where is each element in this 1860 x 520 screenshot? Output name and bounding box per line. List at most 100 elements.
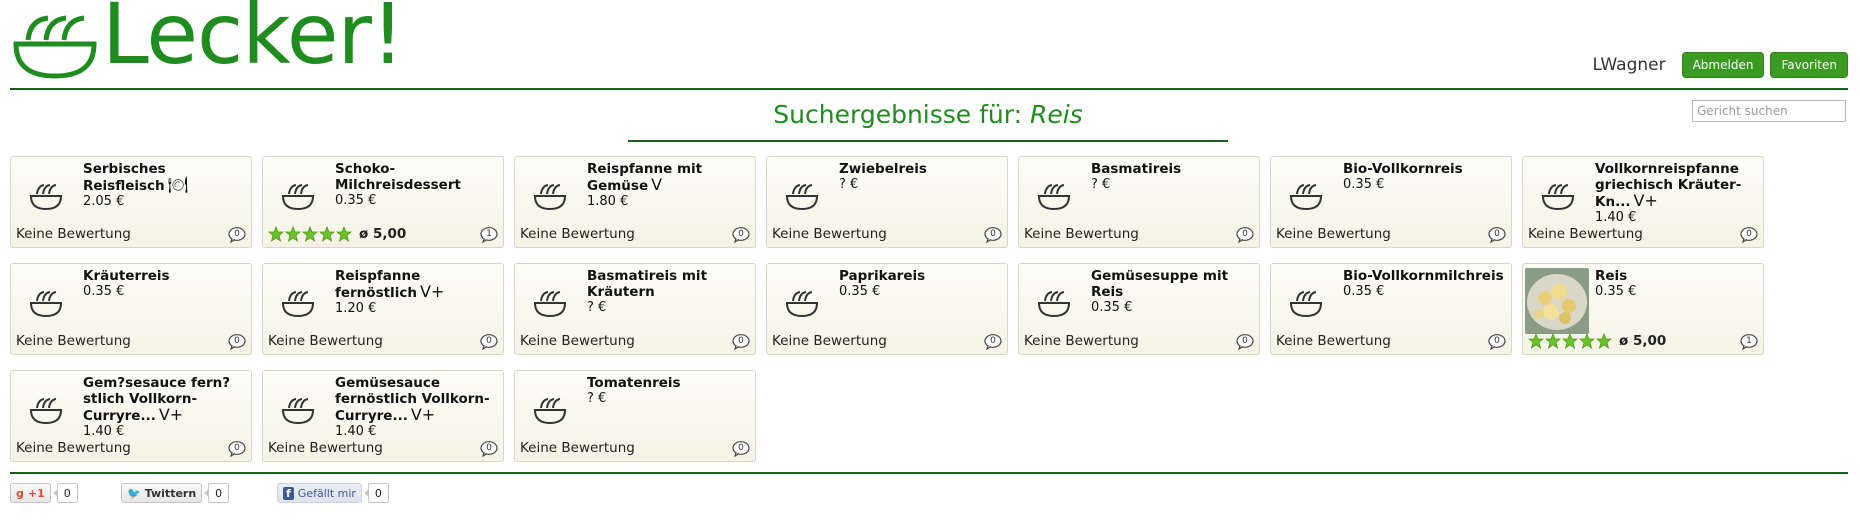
recipe-card[interactable]: Tomatenreis? € Keine Bewertung 0 xyxy=(514,370,756,462)
star-rating[interactable]: ø 5,00 xyxy=(1527,332,1666,349)
recipe-name[interactable]: Basmatireis mit Kräutern? € xyxy=(587,268,753,316)
recipe-name[interactable]: Reispfanne fernöstlich V+ 1.20 € xyxy=(335,268,501,317)
star-rating[interactable]: ø 5,00 xyxy=(267,225,406,242)
favorites-button[interactable]: Favoriten xyxy=(1770,52,1848,78)
recipe-name-text[interactable]: Reis xyxy=(1595,268,1627,284)
rating-text: Keine Bewertung xyxy=(16,226,131,242)
recipe-photo[interactable] xyxy=(1525,268,1589,334)
comment-count-icon[interactable]: 0 xyxy=(1740,227,1758,244)
recipe-name[interactable]: Bio-Vollkornreis 0.35 € xyxy=(1343,161,1509,193)
bowl-icon xyxy=(1289,181,1323,211)
recipe-name[interactable]: Schoko-Milchreisdessert 0.35 € xyxy=(335,161,501,209)
recipe-name-text[interactable]: Reispfanne mit Gemüse xyxy=(587,161,702,194)
bowl-logo-icon[interactable] xyxy=(12,8,98,80)
recipe-name[interactable]: Vollkornreispfanne griechisch Kräuter-Kn… xyxy=(1595,161,1761,226)
comment-count: 0 xyxy=(990,229,996,239)
recipe-name[interactable]: Gem?sesauce fern?stlich Vollkorn-Curryre… xyxy=(83,375,249,440)
comment-count: 0 xyxy=(738,229,744,239)
recipe-name-text[interactable]: Bio-Vollkornreis xyxy=(1343,161,1463,177)
page-title: Suchergebnisse für: Reis xyxy=(628,100,1228,129)
recipe-name-text[interactable]: Gemüsesuppe mit Reis xyxy=(1091,268,1228,300)
recipe-card[interactable]: Gem?sesauce fern?stlich Vollkorn-Curryre… xyxy=(10,370,252,462)
recipe-name-text[interactable]: Paprikareis xyxy=(839,268,925,284)
recipe-card[interactable]: Paprikareis 0.35 € Keine Bewertung 0 xyxy=(766,263,1008,355)
bowl-icon xyxy=(281,395,315,425)
site-logo-text[interactable]: Lecker! xyxy=(102,0,405,76)
recipe-name[interactable]: Bio-Vollkornmilchreis 0.35 € xyxy=(1343,268,1509,300)
recipe-name-text[interactable]: Serbisches Reisfleisch xyxy=(83,161,166,194)
recipe-name[interactable]: Paprikareis 0.35 € xyxy=(839,268,1005,300)
recipe-name[interactable]: Reispfanne mit Gemüse V 1.80 € xyxy=(587,161,753,210)
comment-count-icon[interactable]: 0 xyxy=(732,334,750,351)
recipe-card[interactable]: Kräuterreis 0.35 € Keine Bewertung 0 xyxy=(10,263,252,355)
comment-count-icon[interactable]: 0 xyxy=(228,334,246,351)
comment-count-icon[interactable]: 0 xyxy=(228,441,246,458)
recipe-name[interactable]: Zwiebelreis? € xyxy=(839,161,1005,193)
twitter-button[interactable]: 🐦 Twittern xyxy=(121,483,203,503)
recipe-card[interactable]: Bio-Vollkornmilchreis 0.35 € Keine Bewertu… xyxy=(1270,263,1512,355)
recipe-name-text[interactable]: Tomatenreis xyxy=(587,375,681,391)
recipe-name-text[interactable]: Schoko-Milchreisdessert xyxy=(335,161,461,193)
recipe-card[interactable]: Gemüsesauce fernöstlich Vollkorn-Curryre… xyxy=(262,370,504,462)
recipe-name-text[interactable]: Reispfanne fernöstlich xyxy=(335,268,420,301)
facebook-count: 0 xyxy=(363,483,389,503)
comment-count-icon[interactable]: 0 xyxy=(984,227,1002,244)
recipe-name-text[interactable]: Basmatireis xyxy=(1091,161,1181,177)
recipe-name[interactable]: Gemüsesauce fernöstlich Vollkorn-Curryre… xyxy=(335,375,501,440)
comment-count-icon[interactable]: 0 xyxy=(228,227,246,244)
recipe-card[interactable]: Reis 0.35 € ø 5,00 1 xyxy=(1522,263,1764,355)
comment-count-icon[interactable]: 1 xyxy=(480,227,498,244)
star-icon xyxy=(1561,332,1579,349)
site-header: Lecker! LWagner Abmelden Favoriten xyxy=(10,0,1848,90)
recipe-name-text[interactable]: Vollkornreispfanne griechisch Kräuter-Kn… xyxy=(1595,161,1741,210)
recipe-name-text[interactable]: Kräuterreis xyxy=(83,268,170,284)
username: LWagner xyxy=(1592,55,1666,75)
recipe-card[interactable]: Schoko-Milchreisdessert 0.35 € ø 5,00 1 xyxy=(262,156,504,248)
vegan-badge: V xyxy=(651,175,663,194)
recipe-name-text[interactable]: Bio-Vollkornmilchreis xyxy=(1343,268,1504,284)
recipe-name[interactable]: Kräuterreis 0.35 € xyxy=(83,268,249,300)
comment-count: 0 xyxy=(738,443,744,453)
facebook-label: Gefällt mir xyxy=(297,486,356,500)
gplus-button[interactable]: g +1 xyxy=(10,483,51,503)
recipe-name-text[interactable]: Basmatireis mit Kräutern xyxy=(587,268,707,300)
recipe-card[interactable]: Bio-Vollkornreis 0.35 € Keine Bewertung 0 xyxy=(1270,156,1512,248)
comment-count-icon[interactable]: 0 xyxy=(1488,227,1506,244)
recipe-name[interactable]: Gemüsesuppe mit Reis 0.35 € xyxy=(1091,268,1257,316)
recipe-card[interactable]: Zwiebelreis? € Keine Bewertung 0 xyxy=(766,156,1008,248)
recipe-card[interactable]: Gemüsesuppe mit Reis 0.35 € Keine Bewertun… xyxy=(1018,263,1260,355)
recipe-name-text[interactable]: Zwiebelreis xyxy=(839,161,927,177)
recipe-card[interactable]: Serbisches Reisfleisch 🍽 2.05 € Keine Bewer… xyxy=(10,156,252,248)
comment-count-icon[interactable]: 0 xyxy=(480,441,498,458)
search-input[interactable] xyxy=(1692,100,1846,122)
rating-text: Keine Bewertung xyxy=(268,333,383,349)
recipe-card[interactable]: Reispfanne fernöstlich V+ 1.20 € Keine Bewe… xyxy=(262,263,504,355)
rating-text: Keine Bewertung xyxy=(268,440,383,456)
comment-count-icon[interactable]: 1 xyxy=(1740,334,1758,351)
recipe-name[interactable]: Reis 0.35 € xyxy=(1595,268,1761,300)
recipe-price: ? € xyxy=(587,391,607,406)
recipe-card[interactable]: Vollkornreispfanne griechisch Kräuter-Kn… xyxy=(1522,156,1764,248)
facebook-like-button[interactable]: f Gefällt mir xyxy=(277,483,362,503)
comment-count: 0 xyxy=(1242,336,1248,346)
comment-count-icon[interactable]: 0 xyxy=(732,441,750,458)
recipe-name[interactable]: Serbisches Reisfleisch 🍽 2.05 € xyxy=(83,161,249,210)
recipe-card[interactable]: Basmatireis mit Kräutern? € Keine Bewertu… xyxy=(514,263,756,355)
comment-count-icon[interactable]: 0 xyxy=(732,227,750,244)
comment-count: 0 xyxy=(738,336,744,346)
recipe-name-text[interactable]: Gem?sesauce fern?stlich Vollkorn-Curryre… xyxy=(83,375,230,424)
star-icon xyxy=(284,225,302,242)
comment-count-icon[interactable]: 0 xyxy=(1236,227,1254,244)
recipe-price: 1.80 € xyxy=(587,194,629,209)
recipe-card[interactable]: Reispfanne mit Gemüse V 1.80 € Keine Bewert… xyxy=(514,156,756,248)
recipe-name[interactable]: Tomatenreis? € xyxy=(587,375,753,407)
comment-count-icon[interactable]: 0 xyxy=(480,334,498,351)
comment-count-icon[interactable]: 0 xyxy=(984,334,1002,351)
logout-button[interactable]: Abmelden xyxy=(1681,52,1765,78)
recipe-name[interactable]: Basmatireis? € xyxy=(1091,161,1257,193)
gplus-icon: g xyxy=(16,486,24,500)
recipe-card[interactable]: Basmatireis? € Keine Bewertung 0 xyxy=(1018,156,1260,248)
comment-count-icon[interactable]: 0 xyxy=(1488,334,1506,351)
recipe-price: 0.35 € xyxy=(1343,284,1385,299)
comment-count-icon[interactable]: 0 xyxy=(1236,334,1254,351)
